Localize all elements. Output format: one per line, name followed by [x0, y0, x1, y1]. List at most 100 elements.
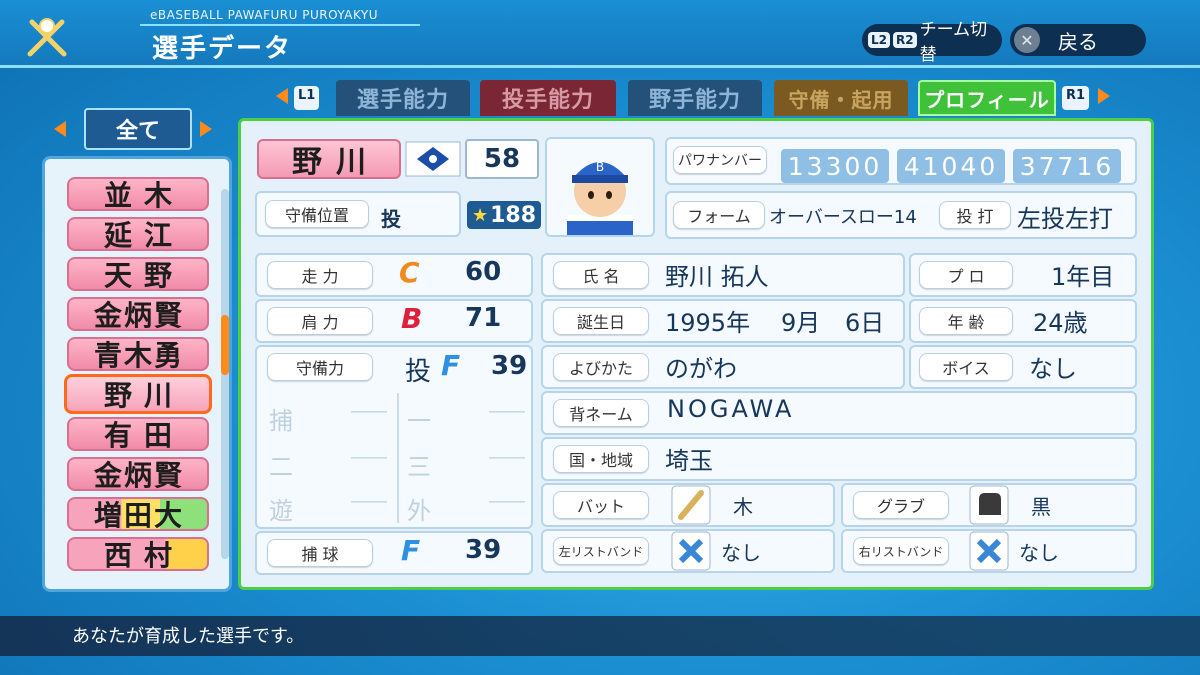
arm-value: 71	[465, 303, 502, 333]
throw-bat-value: 左投左打	[1017, 205, 1113, 233]
jersey-name-label: 背ネーム	[553, 399, 649, 427]
rating-value: 188	[490, 202, 537, 228]
left-wristband-value: なし	[721, 541, 761, 565]
player-avatar-icon: B	[567, 160, 633, 235]
tab-profile[interactable]: プロフィール	[918, 80, 1056, 116]
team-switch-button[interactable]: L2 R2 チーム切替	[862, 20, 1002, 65]
sub-position: 一	[407, 407, 431, 435]
age-label: 年 齢	[919, 307, 1013, 335]
list-item[interactable]: 延江	[67, 217, 209, 252]
pawa-number-label: パワナンバー	[673, 146, 767, 174]
sub-position: 二	[269, 453, 293, 481]
sub-position-value: ――	[489, 401, 525, 422]
back-label: 戻る	[1058, 29, 1098, 54]
defense-position: 投	[405, 357, 432, 387]
player-list: 並木 延江 天野 金炳賢 青木勇 野川 有田 金炳賢 増田大 西村	[42, 156, 232, 592]
speed-value: 60	[465, 257, 502, 287]
help-text: あなたが育成した選手です。	[72, 626, 305, 647]
l2-tag: L2	[868, 32, 890, 48]
overall-rating: ★ 188	[467, 201, 541, 229]
pawa-number-3: 37716	[1013, 149, 1121, 183]
full-name-label: 氏 名	[553, 261, 649, 289]
team-logo-icon	[405, 141, 461, 177]
right-wristband-label: 右リストバンド	[853, 537, 949, 565]
list-item[interactable]: 並木	[67, 177, 209, 212]
pawa-number-1: 13300	[781, 149, 889, 183]
pro-years-label: プ ロ	[919, 261, 1013, 289]
birthday-label: 誕生日	[553, 307, 649, 335]
defense-label: 守備力	[267, 353, 373, 381]
team-switch-label: チーム切替	[919, 20, 988, 65]
back-button[interactable]: ✕ 戻る	[1010, 24, 1146, 56]
r2-tag: R2	[893, 32, 917, 48]
speed-label: 走 力	[267, 261, 373, 289]
voice-value: なし	[1029, 355, 1077, 383]
sub-position: 外	[407, 497, 431, 525]
filter-right-arrow-icon[interactable]	[200, 121, 212, 137]
voice-label: ボイス	[919, 353, 1013, 381]
sub-position: 遊	[269, 497, 293, 525]
catch-value: 39	[465, 535, 502, 565]
birth-month: 9月	[781, 309, 821, 337]
player-profile-panel: 野川 58 守備位置 投 ★ 188 B パワナンバー 13300 41040 …	[238, 118, 1154, 590]
star-icon: ★	[471, 204, 489, 226]
right-wristband-value: なし	[1019, 541, 1059, 565]
sub-position-value: ――	[489, 491, 525, 512]
svg-text:B: B	[596, 160, 604, 174]
tab-pitcher-ability[interactable]: 投手能力	[480, 80, 616, 116]
x-mark-icon	[969, 531, 1009, 571]
cross-button-icon: ✕	[1014, 27, 1040, 53]
arm-grade: B	[401, 302, 423, 335]
filter-selector[interactable]: 全て	[84, 108, 192, 150]
pro-years-value: 1年目	[1051, 263, 1115, 291]
birth-year: 1995年	[665, 309, 751, 337]
l1-button[interactable]: L1	[294, 86, 320, 110]
list-item[interactable]: 金炳賢	[67, 457, 209, 492]
catch-grade: F	[401, 534, 421, 567]
list-item[interactable]: 西村	[67, 537, 209, 572]
baseball-bats-icon	[27, 18, 67, 57]
full-name-value: 野川 拓人	[665, 263, 769, 291]
position-value: 投	[381, 207, 401, 231]
speed-grade: C	[399, 256, 420, 289]
filter-left-arrow-icon[interactable]	[54, 121, 66, 137]
tab-left-arrow-icon[interactable]	[276, 88, 288, 104]
catch-label: 捕 球	[267, 539, 373, 567]
region-label: 国・地域	[553, 445, 649, 473]
tab-right-arrow-icon[interactable]	[1098, 88, 1110, 104]
jersey-name-value: NOGAWA	[667, 395, 795, 423]
form-value: オーバースロー14	[769, 207, 917, 228]
throw-bat-label: 投 打	[939, 201, 1011, 229]
list-item[interactable]: 青木勇	[67, 337, 209, 372]
list-item[interactable]: 金炳賢	[67, 297, 209, 332]
list-item[interactable]: 天野	[67, 257, 209, 292]
list-item-selected[interactable]: 野川	[64, 374, 212, 414]
left-wristband-label: 左リストバンド	[553, 537, 649, 565]
glove-icon	[969, 485, 1009, 525]
age-value: 24歳	[1033, 309, 1088, 337]
bat-icon	[671, 485, 711, 525]
arm-label: 肩 力	[267, 307, 373, 335]
brand-divider	[140, 24, 420, 26]
list-scroll-thumb[interactable]	[221, 315, 229, 375]
glove-label: グラブ	[853, 491, 949, 519]
uniform-number: 58	[465, 139, 539, 179]
region-value: 埼玉	[665, 447, 713, 475]
defense-divider	[397, 393, 399, 523]
glove-value: 黒	[1031, 495, 1051, 519]
tab-defense-usage[interactable]: 守備・起用	[774, 80, 908, 116]
brand-text: eBASEBALL PAWAFURU PUROYAKYU	[150, 8, 379, 22]
sub-position-value: ――	[489, 447, 525, 468]
r1-button[interactable]: R1	[1062, 86, 1090, 110]
birth-day: 6日	[845, 309, 885, 337]
tab-fielder-ability[interactable]: 野手能力	[628, 80, 762, 116]
screen-title: 選手データ	[152, 34, 293, 64]
reading-label: よびかた	[553, 353, 649, 381]
list-item[interactable]: 有田	[67, 417, 209, 452]
list-item[interactable]: 増田大	[67, 497, 209, 532]
position-label: 守備位置	[265, 200, 369, 228]
tab-batter-ability[interactable]: 選手能力	[336, 80, 470, 116]
sub-position-value: ――	[351, 491, 387, 512]
bat-label: バット	[553, 491, 649, 519]
form-label: フォーム	[673, 201, 765, 229]
